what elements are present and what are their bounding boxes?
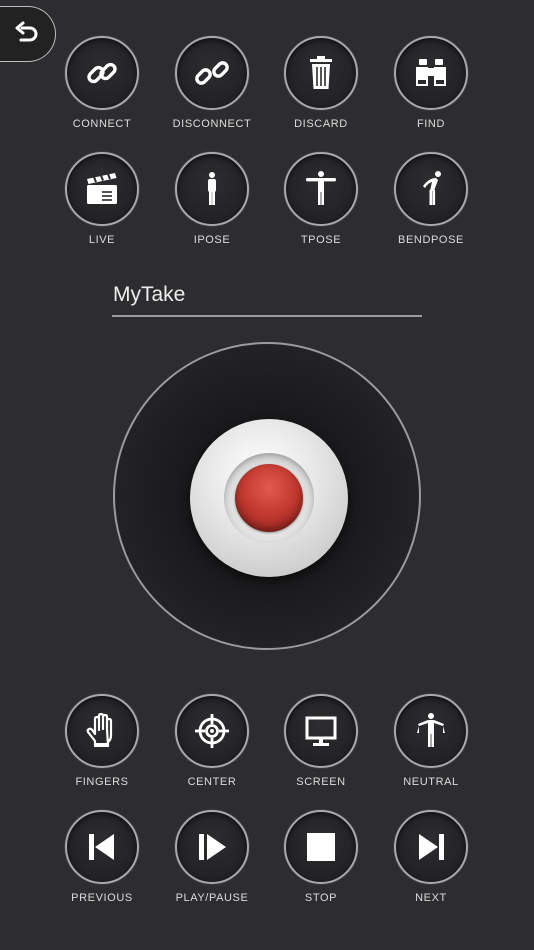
next-label: NEXT	[415, 892, 447, 904]
disconnect-label: DISCONNECT	[172, 118, 252, 130]
take-name-field[interactable]: MyTake	[112, 283, 422, 317]
screen-label: SCREEN	[296, 776, 346, 788]
play-pause-button[interactable]: PLAY/PAUSE	[157, 810, 267, 904]
neutral-button[interactable]: NEUTRAL	[376, 694, 486, 788]
i-pose-figure-icon	[208, 172, 216, 205]
trash-icon	[310, 56, 332, 89]
broken-link-icon	[195, 61, 229, 85]
record-red-dot-icon	[235, 464, 303, 532]
crosshair-icon	[195, 714, 229, 748]
live-button[interactable]: LIVE	[47, 152, 157, 246]
center-label: CENTER	[187, 776, 237, 788]
undo-arrow-icon	[15, 21, 37, 42]
stop-icon	[307, 833, 335, 861]
connect-button[interactable]: CONNECT	[47, 36, 157, 130]
next-button[interactable]: NEXT	[376, 810, 486, 904]
fingers-label: FINGERS	[75, 776, 129, 788]
skip-next-icon	[419, 834, 444, 860]
bendpose-label: BENDPOSE	[398, 234, 464, 246]
previous-button[interactable]: PREVIOUS	[47, 810, 157, 904]
live-label: LIVE	[88, 234, 116, 246]
neutral-label: NEUTRAL	[403, 776, 459, 788]
tpose-label: TPOSE	[300, 234, 342, 246]
skip-previous-icon	[89, 834, 114, 860]
stop-button[interactable]: STOP	[266, 810, 376, 904]
disconnect-button[interactable]: DISCONNECT	[157, 36, 267, 130]
bend-pose-figure-icon	[423, 171, 441, 205]
stop-label: STOP	[304, 892, 338, 904]
binoculars-icon	[416, 59, 446, 86]
fingers-button[interactable]: FINGERS	[47, 694, 157, 788]
center-button[interactable]: CENTER	[157, 694, 267, 788]
discard-label: DISCARD	[294, 118, 348, 130]
screen-button[interactable]: SCREEN	[266, 694, 376, 788]
hand-icon	[86, 712, 113, 748]
find-label: FIND	[416, 118, 446, 130]
play-pause-icon	[199, 834, 226, 860]
ipose-label: IPOSE	[193, 234, 231, 246]
bendpose-button[interactable]: BENDPOSE	[376, 152, 486, 246]
link-icon	[87, 62, 117, 84]
find-button[interactable]: FIND	[376, 36, 486, 130]
t-pose-figure-icon	[306, 171, 336, 205]
tpose-button[interactable]: TPOSE	[266, 152, 376, 246]
previous-label: PREVIOUS	[71, 892, 133, 904]
discard-button[interactable]: DISCARD	[266, 36, 376, 130]
record-button[interactable]	[190, 419, 348, 577]
record-button-ring	[224, 453, 314, 543]
monitor-icon	[305, 716, 337, 746]
clapperboard-icon	[87, 173, 117, 204]
play-pause-label: PLAY/PAUSE	[175, 892, 249, 904]
record-area	[113, 342, 421, 650]
connect-label: CONNECT	[72, 118, 132, 130]
neutral-figure-icon	[417, 713, 445, 747]
ipose-button[interactable]: IPOSE	[157, 152, 267, 246]
